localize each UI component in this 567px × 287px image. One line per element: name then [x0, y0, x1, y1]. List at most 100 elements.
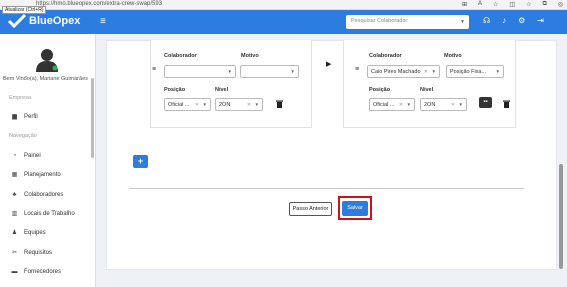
- truck-icon: ▬: [11, 268, 18, 275]
- logout-icon[interactable]: ⇥: [537, 16, 544, 25]
- colaborador-select-right[interactable]: Caio Pires Machado ✕ ▼: [367, 65, 440, 78]
- comment-button[interactable]: ▪▪: [479, 97, 492, 108]
- logo-text: BlueOpex: [29, 15, 81, 27]
- sidebar-item-label: Equipes: [24, 229, 46, 236]
- calendar-icon: ▦: [11, 172, 18, 178]
- comment-icon: ▪▪: [483, 99, 488, 105]
- previous-step-button[interactable]: Passo Anterior: [289, 202, 332, 216]
- chevron-down-icon: ▼: [227, 69, 232, 74]
- nivel-select-right[interactable]: 2ON ✕ ▼: [420, 98, 467, 111]
- header-actions: ☊ ♪ ⚙ ⇥: [483, 16, 544, 25]
- building-icon: ▥: [11, 211, 18, 217]
- favorite-icon[interactable]: ☆: [493, 1, 498, 8]
- sidebar-item-perfil[interactable]: ▆ Perfil: [11, 113, 38, 121]
- sidebar-item-label: Perfil: [24, 113, 38, 120]
- label-nivel-left: Nível: [215, 87, 229, 93]
- section-navegacao: Navegação: [9, 133, 37, 139]
- favorites-icon[interactable]: ☆: [526, 1, 531, 8]
- zoom-icon[interactable]: A: [478, 1, 482, 8]
- sidebar-item-label: Locais de Trabalho: [24, 210, 75, 217]
- team-icon: ♟: [11, 230, 18, 236]
- label-posicao-right: Posição: [369, 87, 391, 93]
- sidebar-item-equipes[interactable]: ♟ Equipes: [11, 229, 46, 237]
- sidebar-item-locais[interactable]: ▥ Locais de Trabalho: [11, 210, 75, 218]
- label-colaborador-right: Colaborador: [369, 53, 402, 59]
- sidebar-item-requisitos[interactable]: ✂ Requisitos: [11, 249, 53, 257]
- chevron-down-icon: ▼: [458, 102, 463, 107]
- drag-handle-icon[interactable]: ≡: [355, 66, 359, 73]
- split-icon[interactable]: ◫: [509, 1, 515, 8]
- clear-icon[interactable]: ✕: [451, 102, 455, 108]
- nivel-select-left[interactable]: 2ON ✕ ▼: [215, 98, 263, 111]
- clear-icon[interactable]: ✕: [247, 102, 251, 108]
- trash-icon[interactable]: [503, 100, 510, 108]
- chevron-down-icon: ▼: [290, 69, 295, 74]
- label-colaborador-left: Colaborador: [164, 53, 197, 59]
- browser-toolbar: https://hmo.blueopex.com/extra-crew-swap…: [0, 0, 567, 14]
- collections-icon[interactable]: ⧉: [542, 1, 546, 8]
- headset-icon[interactable]: ☊: [483, 16, 490, 25]
- label-posicao-left: Posição: [164, 87, 186, 93]
- colaborador-value-right: Caio Pires Machado: [371, 69, 421, 75]
- swap-arrow-icon: ▶: [326, 61, 332, 68]
- tools-icon: ✂: [11, 250, 18, 256]
- chevron-down-icon: ▼: [431, 69, 436, 74]
- divider: [129, 188, 524, 189]
- motivo-select-right[interactable]: Posição Fixa... ▼: [446, 65, 504, 78]
- save-button[interactable]: Salvar: [342, 201, 368, 216]
- posicao-value-right: Oficial ...: [373, 102, 395, 108]
- sidebar-item-label: Planejamento: [24, 171, 61, 178]
- chevron-down-icon: ▼: [460, 19, 465, 25]
- search-placeholder: Pesquisar Colaborador: [351, 18, 408, 24]
- extensions-icon[interactable]: ◎: [558, 1, 563, 8]
- welcome-text: Bem Vindo(a), Mariane Guimarães: [3, 76, 88, 82]
- logo-icon: [8, 14, 26, 28]
- dashboard-icon: ◔: [12, 152, 17, 159]
- chevron-down-icon: ▼: [202, 102, 207, 107]
- add-swap-button[interactable]: +: [133, 155, 148, 168]
- sidebar-item-painel[interactable]: ◔ Painel: [11, 152, 41, 159]
- main-scrollbar[interactable]: [559, 164, 563, 269]
- nivel-value-left: 2ON: [219, 102, 231, 108]
- logo[interactable]: BlueOpex: [8, 14, 80, 28]
- chevron-down-icon: ▼: [254, 102, 259, 107]
- posicao-select-right[interactable]: Oficial ... ✕ ▼: [369, 98, 415, 111]
- sidebar-item-label: Requisitos: [24, 249, 53, 256]
- clear-icon[interactable]: ✕: [195, 102, 199, 108]
- app-header: BlueOpex ≡ Pesquisar Colaborador ▼ ☊ ♪ ⚙…: [0, 10, 567, 34]
- avatar: [36, 49, 58, 72]
- reader-icon[interactable]: ⊞: [462, 1, 467, 8]
- sidebar: Bem Vindo(a), Mariane Guimarães Empresa …: [0, 34, 96, 287]
- clear-icon[interactable]: ✕: [399, 102, 403, 108]
- colaborador-select-left[interactable]: ▼: [164, 65, 236, 78]
- chevron-down-icon: ▼: [406, 102, 411, 107]
- label-motivo-left: Motivo: [241, 53, 259, 59]
- drag-handle-icon[interactable]: ≡: [152, 66, 156, 73]
- reload-tooltip: Atualizar (Ctrl+R): [2, 6, 47, 14]
- clear-icon[interactable]: ✕: [424, 69, 428, 75]
- label-motivo-right: Motivo: [444, 53, 462, 59]
- address-bar[interactable]: https://hmo.blueopex.com/extra-crew-swap…: [36, 1, 162, 7]
- search-collaborator-select[interactable]: Pesquisar Colaborador ▼: [346, 15, 469, 29]
- posicao-select-left[interactable]: Oficial ... ✕ ▼: [164, 98, 211, 111]
- label-nivel-right: Nível: [420, 87, 434, 93]
- sidebar-item-planejamento[interactable]: ▦ Planejamento: [11, 171, 61, 179]
- section-empresa: Empresa: [9, 95, 32, 101]
- motivo-select-left[interactable]: ▼: [240, 65, 299, 78]
- sidebar-item-label: Colaboradores: [24, 191, 64, 198]
- sidebar-scrollbar[interactable]: [91, 78, 94, 158]
- sidebar-item-label: Fornecedores: [24, 268, 62, 275]
- gear-icon[interactable]: ⚙: [518, 16, 525, 25]
- chevron-down-icon: ▼: [495, 69, 500, 74]
- bell-icon[interactable]: ♪: [502, 16, 506, 25]
- users-icon: ♣: [12, 191, 17, 198]
- nivel-value-right: 2ON: [424, 102, 436, 108]
- hamburger-icon[interactable]: ≡: [100, 16, 106, 27]
- browser-icons: ⊞ A ☆ ◫ ☆ ⧉ ◎: [462, 1, 563, 8]
- trash-icon[interactable]: [276, 100, 283, 108]
- posicao-value-left: Oficial ...: [168, 102, 190, 108]
- briefcase-icon: ▆: [12, 114, 17, 120]
- sidebar-item-colaboradores[interactable]: ♣ Colaboradores: [11, 191, 64, 198]
- sidebar-item-fornecedores[interactable]: ▬ Fornecedores: [11, 268, 62, 275]
- sidebar-item-label: Painel: [24, 152, 41, 159]
